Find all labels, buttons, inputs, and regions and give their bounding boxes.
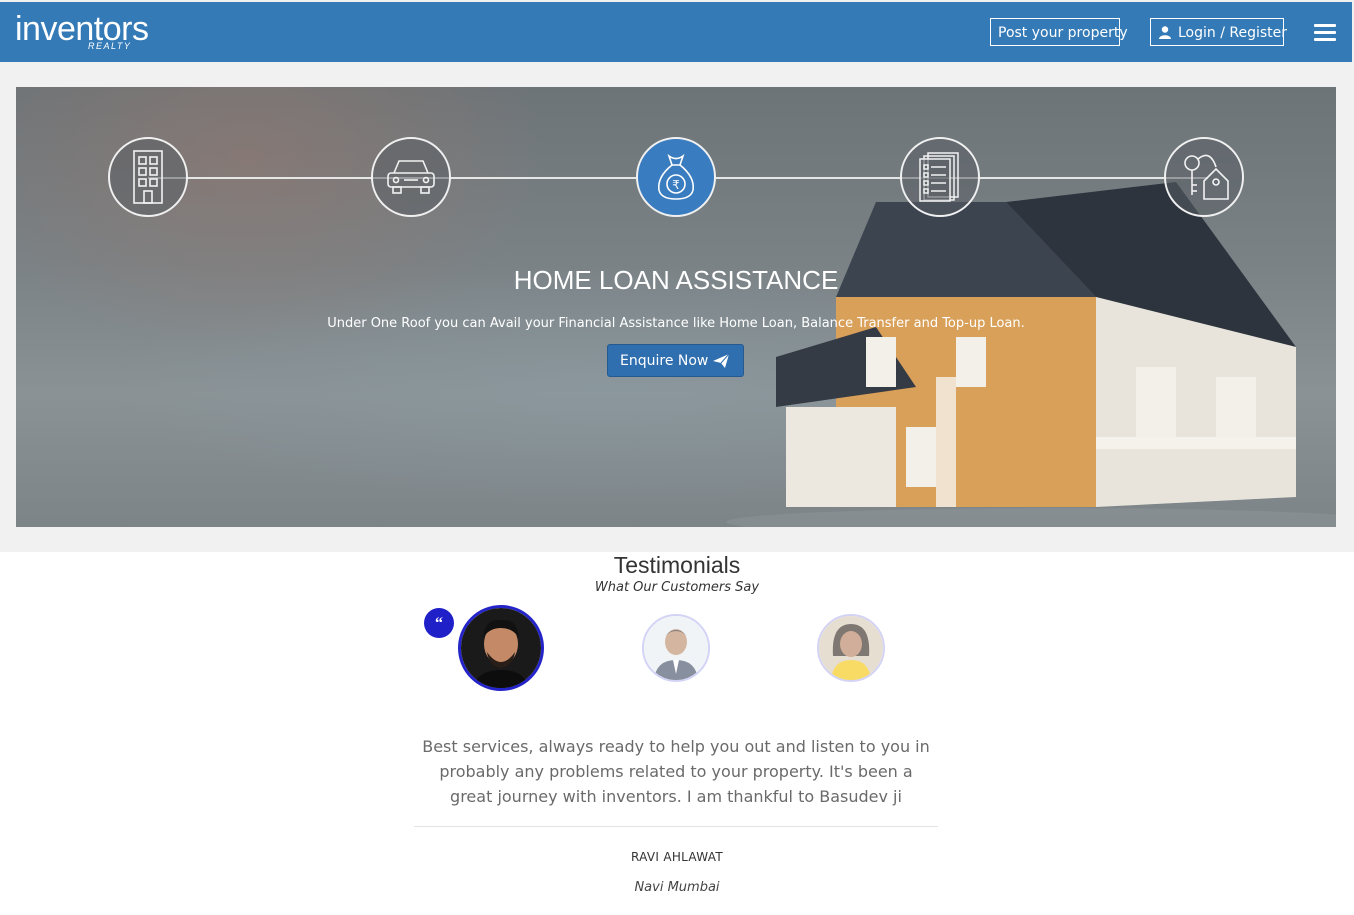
person-photo bbox=[644, 616, 708, 680]
top-navbar: inventors REALTY Post your property Logi… bbox=[0, 2, 1352, 62]
step-documents[interactable] bbox=[900, 137, 980, 217]
site-logo[interactable]: inventors REALTY bbox=[15, 12, 149, 51]
building-icon bbox=[133, 150, 163, 204]
document-list-icon bbox=[919, 152, 959, 202]
testimonial-text: Best services, always ready to help you … bbox=[422, 737, 930, 806]
enquire-now-button[interactable]: Enquire Now bbox=[607, 344, 744, 377]
car-icon bbox=[387, 160, 435, 194]
step-car[interactable] bbox=[371, 137, 451, 217]
money-bag-rupee-icon: ₹ bbox=[657, 153, 695, 200]
testimonials-subtitle: What Our Customers Say bbox=[594, 580, 760, 595]
login-register-button[interactable]: Login / Register bbox=[1150, 18, 1288, 46]
testimonial-author-name: RAVI AHLAWAT bbox=[630, 850, 724, 864]
testimonial-avatar-active[interactable] bbox=[458, 605, 544, 691]
hamburger-menu-icon[interactable] bbox=[1314, 24, 1336, 42]
testimonial-author-location: Navi Mumbai bbox=[634, 880, 720, 895]
paper-plane-icon bbox=[713, 354, 729, 368]
enquire-now-label: Enquire Now bbox=[620, 353, 709, 369]
post-property-button[interactable]: Post your property bbox=[990, 18, 1128, 46]
key-house-icon bbox=[1184, 154, 1229, 200]
hero-subtitle: Under One Roof you can Avail your Financ… bbox=[327, 316, 1025, 331]
hero-banner: ₹ HOME LOAN ASSISTANCE Under One Roof yo… bbox=[16, 87, 1336, 527]
step-keys[interactable] bbox=[1164, 137, 1244, 217]
testimonial-avatar-3[interactable] bbox=[817, 614, 885, 682]
logo-subtext: REALTY bbox=[88, 41, 132, 51]
testimonials-title: Testimonials bbox=[613, 552, 741, 578]
person-photo bbox=[819, 616, 883, 680]
divider bbox=[414, 826, 938, 827]
testimonial-avatar-2[interactable] bbox=[642, 614, 710, 682]
user-icon bbox=[1159, 26, 1171, 39]
login-register-label: Login / Register bbox=[1178, 25, 1288, 41]
quote-icon: “ bbox=[424, 608, 454, 638]
hero-title: HOME LOAN ASSISTANCE bbox=[513, 265, 839, 295]
testimonials-section: Testimonials What Our Customers Say “ Be… bbox=[0, 552, 1354, 915]
step-building[interactable] bbox=[108, 137, 188, 217]
person-photo bbox=[461, 608, 541, 688]
svg-text:₹: ₹ bbox=[672, 178, 680, 192]
step-home-loan[interactable]: ₹ bbox=[636, 137, 716, 217]
